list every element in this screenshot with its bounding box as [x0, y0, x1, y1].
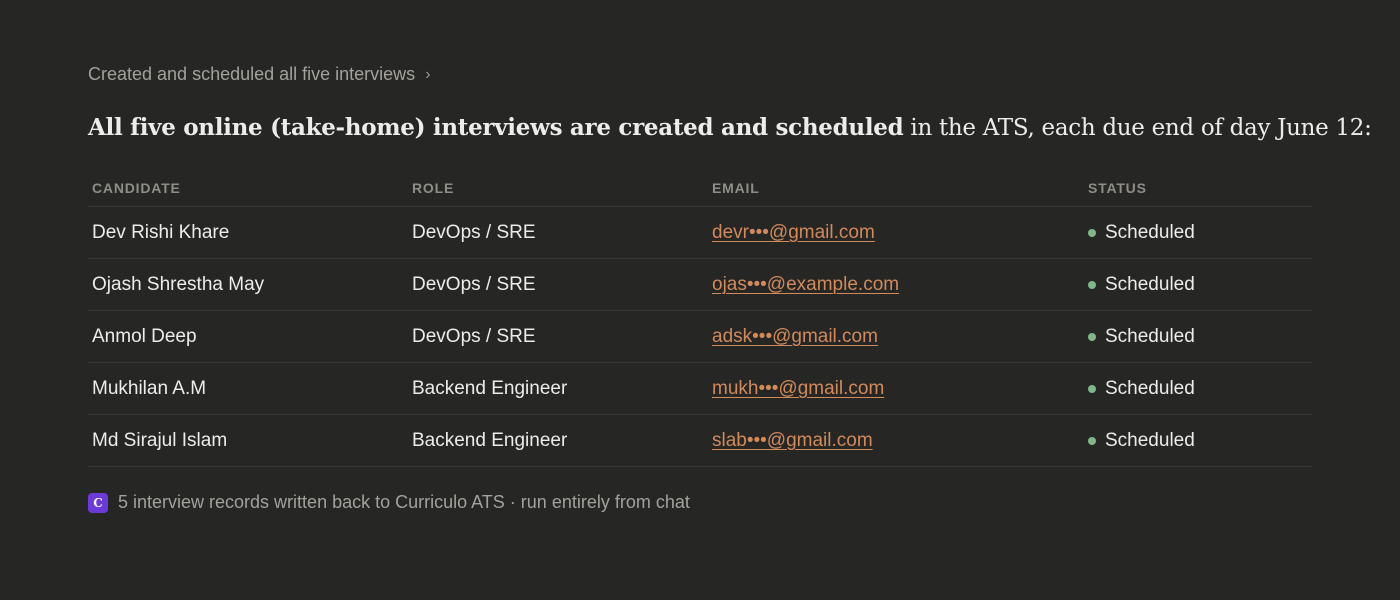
status-label: Scheduled — [1105, 326, 1195, 347]
status-badge: Scheduled — [1088, 222, 1195, 244]
candidate-name: Ojash Shrestha May — [88, 258, 408, 311]
candidate-role: DevOps / SRE — [408, 258, 708, 311]
candidate-role: Backend Engineer — [408, 414, 708, 467]
column-header-candidate: CANDIDATE — [88, 170, 408, 207]
email-cell: devr•••@gmail.com — [708, 206, 1084, 259]
status-dot-icon — [1088, 437, 1096, 445]
column-header-role: ROLE — [408, 170, 708, 207]
curriculo-logo-icon: C — [88, 492, 108, 513]
status-cell: Scheduled — [1084, 414, 1312, 467]
footer-text: 5 interview records written back to Curr… — [118, 492, 690, 512]
candidate-role: DevOps / SRE — [408, 206, 708, 259]
status-badge: Scheduled — [1088, 430, 1195, 452]
status-label: Scheduled — [1105, 430, 1195, 451]
email-link[interactable]: mukh•••@gmail.com — [712, 378, 884, 399]
status-cell: Scheduled — [1084, 206, 1312, 259]
status-dot-icon — [1088, 229, 1096, 237]
chevron-right-icon: › — [425, 65, 431, 83]
table-row: Ojash Shrestha May DevOps / SRE ojas•••@… — [88, 258, 1312, 311]
email-cell: ojas•••@example.com — [708, 258, 1084, 311]
column-header-email: EMAIL — [708, 170, 1084, 207]
candidate-name: Md Sirajul Islam — [88, 414, 408, 467]
status-badge: Scheduled — [1088, 378, 1195, 400]
email-cell: adsk•••@gmail.com — [708, 310, 1084, 363]
status-dot-icon — [1088, 281, 1096, 289]
step-summary-label: Created and scheduled all five interview… — [88, 64, 416, 84]
status-label: Scheduled — [1105, 222, 1195, 243]
status-dot-icon — [1088, 385, 1096, 393]
candidate-name: Dev Rishi Khare — [88, 206, 408, 259]
table-row: Anmol Deep DevOps / SRE adsk•••@gmail.co… — [88, 310, 1312, 363]
candidate-name: Mukhilan A.M — [88, 362, 408, 415]
footer-note: C 5 interview records written back to Cu… — [88, 492, 690, 513]
table-row: Mukhilan A.M Backend Engineer mukh•••@gm… — [88, 362, 1312, 415]
step-summary-toggle[interactable]: Created and scheduled all five interview… — [88, 64, 431, 85]
headline-rest: in the ATS, each due end of day June 12: — [903, 115, 1372, 141]
interviews-table: CANDIDATE ROLE EMAIL STATUS Dev Rishi Kh… — [88, 170, 1312, 467]
email-link[interactable]: ojas•••@example.com — [712, 274, 899, 295]
table-header-row: CANDIDATE ROLE EMAIL STATUS — [88, 170, 1312, 207]
status-badge: Scheduled — [1088, 326, 1195, 348]
table-row: Md Sirajul Islam Backend Engineer slab••… — [88, 414, 1312, 467]
status-cell: Scheduled — [1084, 258, 1312, 311]
headline-bold: All five online (take-home) interviews a… — [88, 114, 904, 141]
candidate-role: Backend Engineer — [408, 362, 708, 415]
status-label: Scheduled — [1105, 378, 1195, 399]
email-cell: mukh•••@gmail.com — [708, 362, 1084, 415]
status-badge: Scheduled — [1088, 274, 1195, 296]
status-dot-icon — [1088, 333, 1096, 341]
candidate-role: DevOps / SRE — [408, 310, 708, 363]
candidate-name: Anmol Deep — [88, 310, 408, 363]
status-cell: Scheduled — [1084, 310, 1312, 363]
column-header-status: STATUS — [1084, 170, 1312, 207]
email-link[interactable]: slab•••@gmail.com — [712, 430, 873, 451]
email-link[interactable]: adsk•••@gmail.com — [712, 326, 878, 347]
email-cell: slab•••@gmail.com — [708, 414, 1084, 467]
summary-headline: All five online (take-home) interviews a… — [88, 112, 1372, 144]
status-label: Scheduled — [1105, 274, 1195, 295]
table-row: Dev Rishi Khare DevOps / SRE devr•••@gma… — [88, 206, 1312, 259]
status-cell: Scheduled — [1084, 362, 1312, 415]
email-link[interactable]: devr•••@gmail.com — [712, 222, 875, 243]
